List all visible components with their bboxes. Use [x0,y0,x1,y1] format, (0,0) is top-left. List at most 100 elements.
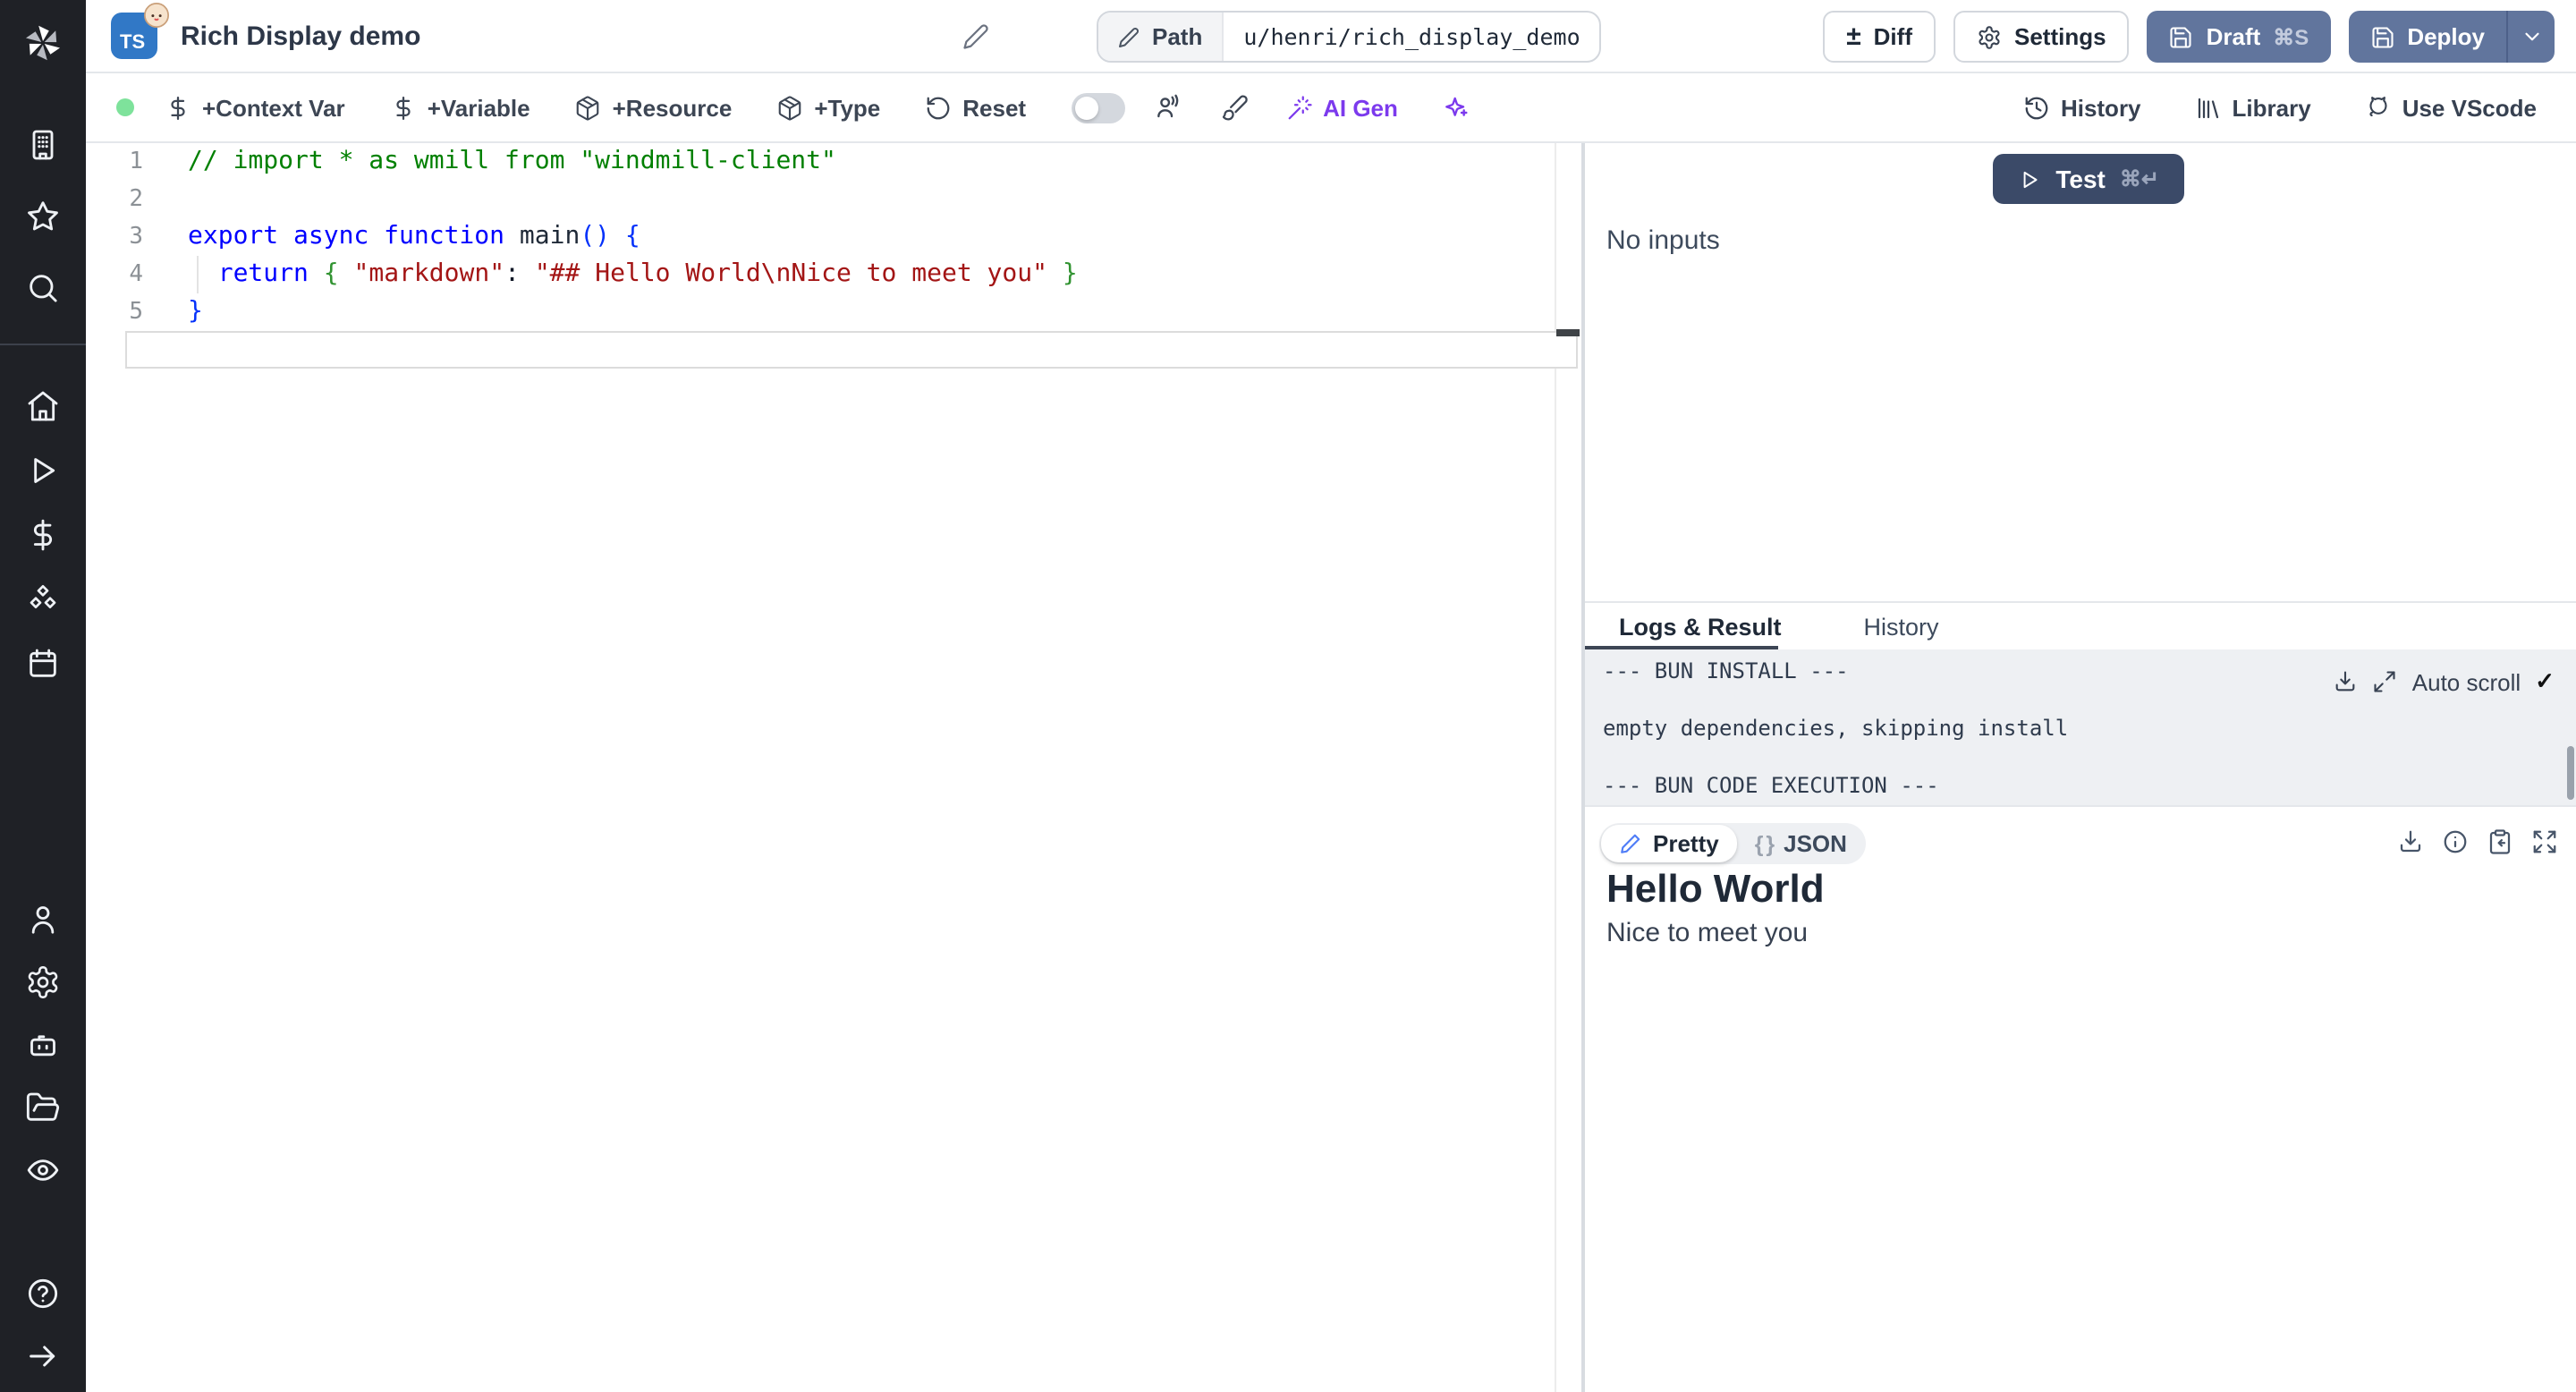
code-editor[interactable]: 1 // import * as wmill from "windmill-cli… [86,143,1581,1392]
edit-summary-pencil-icon[interactable] [962,23,989,59]
save-icon [2371,26,2393,47]
code-line[interactable]: 2 [86,181,1581,218]
tab-logs-result[interactable]: Logs & Result [1619,613,1782,640]
audit-eye-icon[interactable] [0,1138,86,1201]
code-text: // import * as wmill from "windmill-clie… [188,147,836,175]
add-type-button[interactable]: +Type [776,94,880,121]
check-icon[interactable]: ✓ [2535,667,2555,696]
draft-button[interactable]: Draft ⌘S [2147,11,2331,63]
add-context-var-button[interactable]: +Context Var [165,94,345,121]
ai-gen-button[interactable]: AI Gen [1285,94,1398,121]
status-dot [116,98,134,116]
line-number: 4 [129,261,143,288]
history-clock-icon [2025,96,2048,119]
windmill-script-editor: TS Rich Display demo Path u/henri/rich_d… [0,0,2576,1392]
output-tabs: Logs & Result History [1585,601,2576,649]
test-button[interactable]: Test ⌘↵ [1993,154,2184,204]
log-controls: Auto scroll ✓ [2334,667,2555,696]
copy-clipboard-icon[interactable] [2487,828,2513,855]
resources-boxes-icon[interactable] [0,567,86,632]
multiplayer-presence-icon[interactable] [1153,93,1182,122]
typescript-language-badge: TS [111,3,169,59]
dollar-icon [396,96,411,119]
top-bar: TS Rich Display demo Path u/henri/rich_d… [86,0,2576,73]
maximize-logs-icon[interactable] [2373,669,2398,694]
result-actions [2397,828,2558,855]
gear-icon [1979,25,2000,48]
schedules-calendar-icon[interactable] [0,632,86,696]
help-question-icon[interactable] [0,1261,86,1324]
download-result-icon[interactable] [2397,828,2424,855]
plus-minus-icon: ± [1846,21,1861,52]
magic-wand-icon [1287,95,1311,119]
no-inputs-label: No inputs [1606,225,1720,256]
expand-sidebar-arrow-icon[interactable] [0,1324,86,1387]
top-actions: ± Diff Settings Draft ⌘S Deploy [1823,11,2555,63]
deploy-button-group: Deploy [2348,11,2555,63]
auto-scroll-label[interactable]: Auto scroll [2412,668,2521,695]
diff-button[interactable]: ± Diff [1823,11,1936,63]
workers-robot-icon[interactable] [0,1013,86,1075]
result-viewer: Pretty { } JSON Hello World Nice to meet… [1585,805,2576,1392]
add-resource-button[interactable]: +Resource [575,94,732,121]
variables-dollar-icon[interactable] [0,503,86,567]
cat-octocat-icon [2369,96,2387,116]
workspace-building-icon[interactable] [0,109,86,181]
tab-history[interactable]: History [1864,613,1939,640]
use-vscode-button[interactable]: Use VScode [2365,94,2537,121]
log-scrollbar-thumb[interactable] [2567,746,2574,800]
workspace: 1 // import * as wmill from "windmill-cli… [86,143,2576,1392]
favorites-star-icon[interactable] [0,181,86,252]
history-button[interactable]: History [2023,94,2141,121]
pretty-toggle[interactable]: Pretty [1601,825,1737,862]
reset-rotate-icon [927,96,950,119]
format-brush-icon[interactable] [1219,93,1248,122]
draft-shortcut: ⌘S [2273,24,2309,49]
add-variable-button[interactable]: +Variable [390,94,530,121]
download-logs-icon[interactable] [2334,669,2359,694]
log-line: empty dependencies, skipping install [1603,716,2069,741]
path-label: Path [1152,23,1203,50]
user-icon[interactable] [0,887,86,950]
sidebar-divider [0,344,86,345]
code-line[interactable]: 3 export async function main() { [86,218,1581,256]
code-text: } [188,297,203,326]
settings-button[interactable]: Settings [1953,11,2130,63]
result-markdown-heading: Hello World [1606,866,1825,911]
folders-folder-open-icon[interactable] [0,1075,86,1138]
package-icon [779,95,801,120]
reset-button[interactable]: Reset [925,94,1026,121]
settings-gear-icon[interactable] [0,950,86,1013]
log-line: --- BUN CODE EXECUTION --- [1603,773,1939,798]
line-number: 3 [129,224,143,250]
code-text: return { "markdown": "## Hello World\nNi… [217,259,1078,288]
toolbar-right: History Library Use VScode [2023,94,2576,121]
play-icon [2023,170,2038,188]
line-number: 1 [129,149,143,175]
sparkles-icon[interactable] [1443,93,1471,122]
code-line[interactable]: 1 // import * as wmill from "windmill-cli… [86,143,1581,181]
deploy-button[interactable]: Deploy [2348,11,2506,63]
save-icon [2171,26,2192,47]
code-line[interactable]: 5} [86,293,1581,331]
page-title: Rich Display demo [181,21,421,51]
left-sidebar [0,0,86,1392]
info-icon[interactable] [2442,828,2469,855]
home-icon[interactable] [0,374,86,438]
path-value[interactable]: u/henri/rich_display_demo [1224,13,1599,61]
diff-mode-toggle[interactable] [1071,92,1125,123]
search-icon[interactable] [0,252,86,324]
expand-result-icon[interactable] [2531,828,2558,855]
pencil-icon [1119,27,1140,47]
path-editor[interactable]: Path u/henri/rich_display_demo [1097,11,1602,63]
path-label-segment[interactable]: Path [1098,13,1224,61]
runs-play-icon[interactable] [0,438,86,503]
code-line[interactable]: 4 return { "markdown": "## Hello World\n… [86,256,1581,293]
json-toggle[interactable]: { } JSON [1737,825,1865,862]
windmill-logo[interactable] [0,0,86,86]
deploy-dropdown-button[interactable] [2506,11,2555,63]
library-button[interactable]: Library [2195,94,2311,121]
log-output[interactable]: --- BUN INSTALL --- empty dependencies, … [1585,649,2576,805]
run-panel: Test ⌘↵ No inputs Logs & Result History … [1585,143,2576,1392]
